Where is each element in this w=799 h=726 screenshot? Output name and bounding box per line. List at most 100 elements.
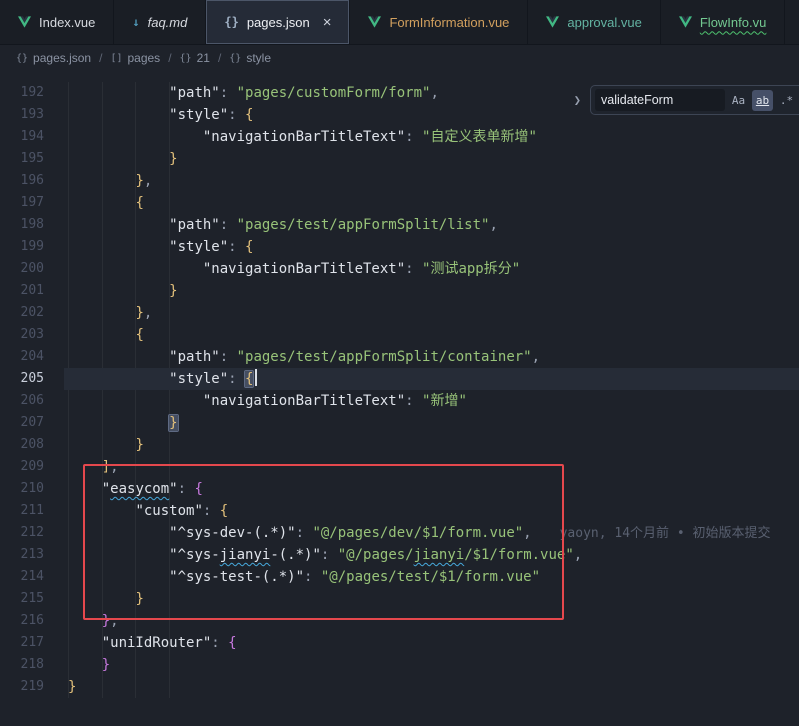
- symbol-icon: []: [110, 53, 122, 64]
- text-cursor: [255, 369, 257, 386]
- breadcrumb-item[interactable]: {} style: [229, 51, 271, 65]
- find-input[interactable]: [595, 89, 725, 111]
- match-case-toggle-icon[interactable]: Aa: [728, 90, 749, 111]
- line-number[interactable]: 200: [0, 258, 64, 280]
- line-number[interactable]: 215: [0, 588, 64, 610]
- line-number[interactable]: 216: [0, 610, 64, 632]
- tab-label: Index.vue: [39, 15, 95, 30]
- breadcrumb-separator: /: [99, 51, 102, 65]
- code-line: },: [64, 170, 799, 192]
- tab-FlowInfo.vu[interactable]: FlowInfo.vu: [661, 0, 785, 44]
- git-blame-annotation: yaoyn, 14个月前 • 初始版本提交: [532, 526, 771, 541]
- code-line: {: [64, 324, 799, 346]
- breadcrumb-separator: /: [218, 51, 221, 65]
- line-number[interactable]: 192: [0, 82, 64, 104]
- line-number[interactable]: 212: [0, 522, 64, 544]
- line-number[interactable]: 203: [0, 324, 64, 346]
- code-line: "navigationBarTitleText": "自定义表单新增": [64, 126, 799, 148]
- symbol-icon: {}: [229, 53, 241, 64]
- line-number[interactable]: 213: [0, 544, 64, 566]
- code-line: }: [64, 412, 799, 434]
- tab-label: approval.vue: [567, 15, 641, 30]
- code-line: "uniIdRouter": {: [64, 632, 799, 654]
- vue-file-icon: [368, 16, 381, 28]
- tab-bar: Index.vue ↓ faq.md {} pages.json × FormInforma…: [0, 0, 799, 45]
- code-line: },: [64, 302, 799, 324]
- editor[interactable]: 1921931941951961971981992002012022032042…: [0, 70, 799, 726]
- line-number[interactable]: 201: [0, 280, 64, 302]
- breadcrumb-label: pages.json: [33, 51, 91, 65]
- symbol-icon: {}: [16, 53, 28, 64]
- tab-FormInformation.vue[interactable]: FormInformation.vue: [350, 0, 528, 44]
- breadcrumb-label: pages: [127, 51, 160, 65]
- line-number[interactable]: 218: [0, 654, 64, 676]
- code-line: }: [64, 280, 799, 302]
- json-file-icon: {}: [224, 15, 238, 29]
- close-tab-icon[interactable]: ×: [323, 15, 332, 30]
- code-line: }: [64, 434, 799, 456]
- vue-file-icon: [679, 16, 692, 28]
- code-line: "style": {: [64, 368, 799, 390]
- line-number[interactable]: 217: [0, 632, 64, 654]
- code-line: "^sys-dev-(.*)": "@/pages/dev/$1/form.vu…: [64, 522, 799, 544]
- vue-file-icon: [18, 16, 31, 28]
- find-box: Aa ab .*: [590, 85, 799, 115]
- tab-Index.vue[interactable]: Index.vue: [0, 0, 114, 44]
- breadcrumb-item[interactable]: [] pages: [110, 51, 160, 65]
- line-number[interactable]: 205: [0, 368, 64, 390]
- vscode-window: Index.vue ↓ faq.md {} pages.json × FormInforma…: [0, 0, 799, 726]
- whole-word-toggle-icon[interactable]: ab: [752, 90, 773, 111]
- code-line: "navigationBarTitleText": "新增": [64, 390, 799, 412]
- code-line: ],: [64, 456, 799, 478]
- code-area[interactable]: "path": "pages/customForm/form", "style"…: [64, 82, 799, 698]
- breadcrumb-separator: /: [168, 51, 171, 65]
- line-number[interactable]: 209: [0, 456, 64, 478]
- breadcrumb-label: style: [246, 51, 271, 65]
- vue-file-icon: [546, 16, 559, 28]
- code-line: {: [64, 192, 799, 214]
- code-line: "custom": {: [64, 500, 799, 522]
- line-number[interactable]: 194: [0, 126, 64, 148]
- line-number[interactable]: 198: [0, 214, 64, 236]
- breadcrumb-item[interactable]: {} pages.json: [16, 51, 91, 65]
- code-line: "^sys-test-(.*)": "@/pages/test/$1/form.…: [64, 566, 799, 588]
- code-line: "navigationBarTitleText": "测试app拆分": [64, 258, 799, 280]
- code-line: }: [64, 676, 799, 698]
- tab-pages.json[interactable]: {} pages.json ×: [206, 0, 350, 44]
- tab-faq.md[interactable]: ↓ faq.md: [114, 0, 206, 44]
- tab-approval.vue[interactable]: approval.vue: [528, 0, 660, 44]
- line-number[interactable]: 195: [0, 148, 64, 170]
- line-number[interactable]: 219: [0, 676, 64, 698]
- tab-label: FormInformation.vue: [389, 15, 509, 30]
- find-expand-chevron-icon[interactable]: ❯: [572, 91, 583, 109]
- code-line: }: [64, 148, 799, 170]
- line-number[interactable]: 211: [0, 500, 64, 522]
- line-number[interactable]: 193: [0, 104, 64, 126]
- gutter[interactable]: 1921931941951961971981992002012022032042…: [0, 82, 64, 698]
- code-line: "^sys-jianyi-(.*)": "@/pages/jianyi/$1/f…: [64, 544, 799, 566]
- line-number[interactable]: 210: [0, 478, 64, 500]
- line-number[interactable]: 204: [0, 346, 64, 368]
- breadcrumb-item[interactable]: {}21: [180, 51, 210, 65]
- line-number[interactable]: 202: [0, 302, 64, 324]
- line-number[interactable]: 206: [0, 390, 64, 412]
- line-number[interactable]: 214: [0, 566, 64, 588]
- line-number[interactable]: 197: [0, 192, 64, 214]
- symbol-icon: {}: [180, 53, 192, 64]
- find-widget: ❯ Aa ab .*: [572, 85, 799, 115]
- code-line: "easycom": {: [64, 478, 799, 500]
- line-number[interactable]: 199: [0, 236, 64, 258]
- code-line: "path": "pages/test/appFormSplit/contain…: [64, 346, 799, 368]
- tab-label: FlowInfo.vu: [700, 15, 766, 30]
- regex-toggle-icon[interactable]: .*: [776, 90, 797, 111]
- code-line: }: [64, 654, 799, 676]
- code-line: "path": "pages/test/appFormSplit/list",: [64, 214, 799, 236]
- line-number[interactable]: 196: [0, 170, 64, 192]
- line-number[interactable]: 207: [0, 412, 64, 434]
- code-line: },: [64, 610, 799, 632]
- tab-label: faq.md: [148, 15, 188, 30]
- markdown-file-icon: ↓: [132, 15, 139, 29]
- line-number[interactable]: 208: [0, 434, 64, 456]
- tab-label: pages.json: [247, 15, 310, 30]
- code-line: "style": {: [64, 236, 799, 258]
